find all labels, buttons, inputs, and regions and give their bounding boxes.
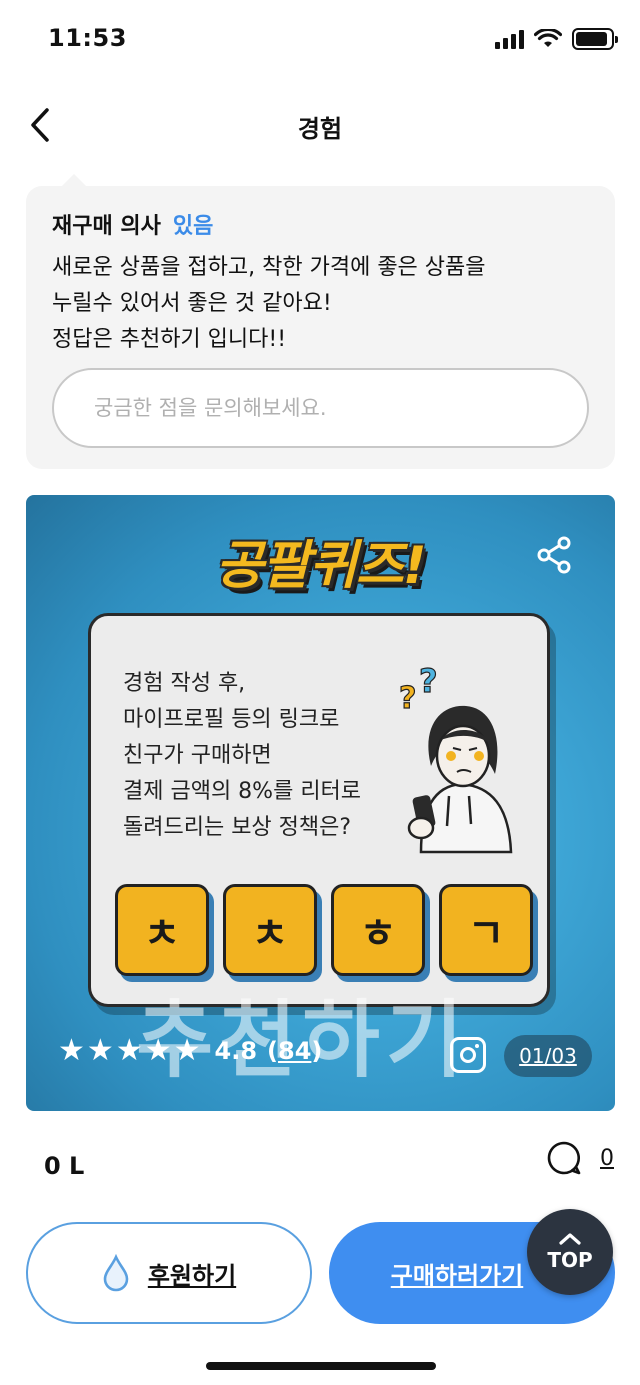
share-icon xyxy=(537,536,571,574)
svg-text:?: ? xyxy=(399,681,416,716)
star-icon: ★ xyxy=(58,1033,85,1068)
instagram-icon[interactable] xyxy=(450,1037,486,1073)
status-time: 11:53 xyxy=(48,24,127,52)
answer-tiles: ㅊ ㅊ ㅎ ㄱ xyxy=(115,884,533,976)
share-button[interactable] xyxy=(535,535,575,575)
rating: ★ ★ ★ ★ ★ 4.8 (84) xyxy=(58,1036,322,1066)
review-line: 누릴수 있어서 좋은 것 같아요! xyxy=(52,291,332,316)
confused-person-illustration: ? ? xyxy=(398,661,513,854)
nav-bar: 경험 xyxy=(0,95,640,155)
review-image-card[interactable]: 공팔퀴즈! 경험 작성 후, 마이프로필 등의 링크로 친구가 구매하면 결제 … xyxy=(26,495,615,1111)
sponsor-label: 후원하기 xyxy=(147,1261,237,1290)
question-line: 결제 금액의 8%를 리터로 xyxy=(123,779,362,804)
signal-icon xyxy=(495,29,524,49)
review-box: 재구매 의사 있음 새로운 상품을 접하고, 착한 가격에 좋은 상품을 누릴수 … xyxy=(26,174,615,469)
sponsor-button[interactable]: 후원하기 xyxy=(26,1222,312,1324)
quiz-panel: 경험 작성 후, 마이프로필 등의 링크로 친구가 구매하면 결제 금액의 8%… xyxy=(88,613,550,1007)
rating-count[interactable]: (84) xyxy=(267,1037,322,1065)
review-line: 새로운 상품을 접하고, 착한 가격에 좋은 상품을 xyxy=(52,255,486,280)
comment-count: 0 xyxy=(600,1145,614,1171)
rebuy-label: 재구매 의사 xyxy=(52,214,161,239)
question-input[interactable] xyxy=(52,368,589,448)
rebuy-value: 있음 xyxy=(172,214,214,239)
answer-tile: ㅊ xyxy=(223,884,317,976)
home-indicator xyxy=(206,1362,436,1370)
star-icon: ★ xyxy=(173,1033,201,1068)
top-label: TOP xyxy=(547,1248,593,1272)
wifi-icon xyxy=(534,29,562,47)
answer-tile: ㄱ xyxy=(439,884,533,976)
chevron-up-icon xyxy=(559,1233,581,1245)
buy-label: 구매하러가기 xyxy=(390,1261,524,1290)
star-icon: ★ xyxy=(144,1033,172,1068)
answer-tile: ㅊ xyxy=(115,884,209,976)
status-bar: 11:53 xyxy=(0,0,640,80)
quiz-question: 경험 작성 후, 마이프로필 등의 링크로 친구가 구매하면 결제 금액의 8%… xyxy=(123,666,361,846)
water-drop-icon xyxy=(103,1254,129,1292)
star-icon: ★ xyxy=(86,1033,114,1068)
rating-stars: ★ ★ ★ ★ ★ xyxy=(58,1036,201,1066)
status-icons xyxy=(495,28,618,50)
quiz-title: 공팔퀴즈! xyxy=(215,536,426,596)
question-line: 친구가 구매하면 xyxy=(123,743,272,768)
review-text: 새로운 상품을 접하고, 착한 가격에 좋은 상품을 누릴수 있어서 좋은 것 … xyxy=(52,250,486,358)
comment-icon xyxy=(547,1141,581,1175)
image-page-counter: 01/03 xyxy=(504,1035,592,1077)
question-line: 마이프로필 등의 링크로 xyxy=(123,707,340,732)
battery-level xyxy=(576,32,607,46)
answer-tile: ㅎ xyxy=(331,884,425,976)
page-title: 경험 xyxy=(297,115,343,143)
star-icon: ★ xyxy=(115,1033,143,1068)
question-line: 돌려드리는 보상 정책은? xyxy=(123,815,352,840)
scroll-top-button[interactable]: TOP xyxy=(527,1209,613,1295)
likes-count: 0 L xyxy=(44,1152,85,1180)
rating-value: 4.8 xyxy=(214,1037,258,1065)
svg-text:?: ? xyxy=(419,662,438,700)
battery-icon xyxy=(572,28,618,50)
review-line: 정답은 추천하기 입니다!! xyxy=(52,327,287,352)
question-line: 경험 작성 후, xyxy=(123,671,246,696)
comment-button[interactable]: 0 xyxy=(546,1140,614,1176)
rebuy-intent: 재구매 의사 있음 xyxy=(52,208,213,240)
